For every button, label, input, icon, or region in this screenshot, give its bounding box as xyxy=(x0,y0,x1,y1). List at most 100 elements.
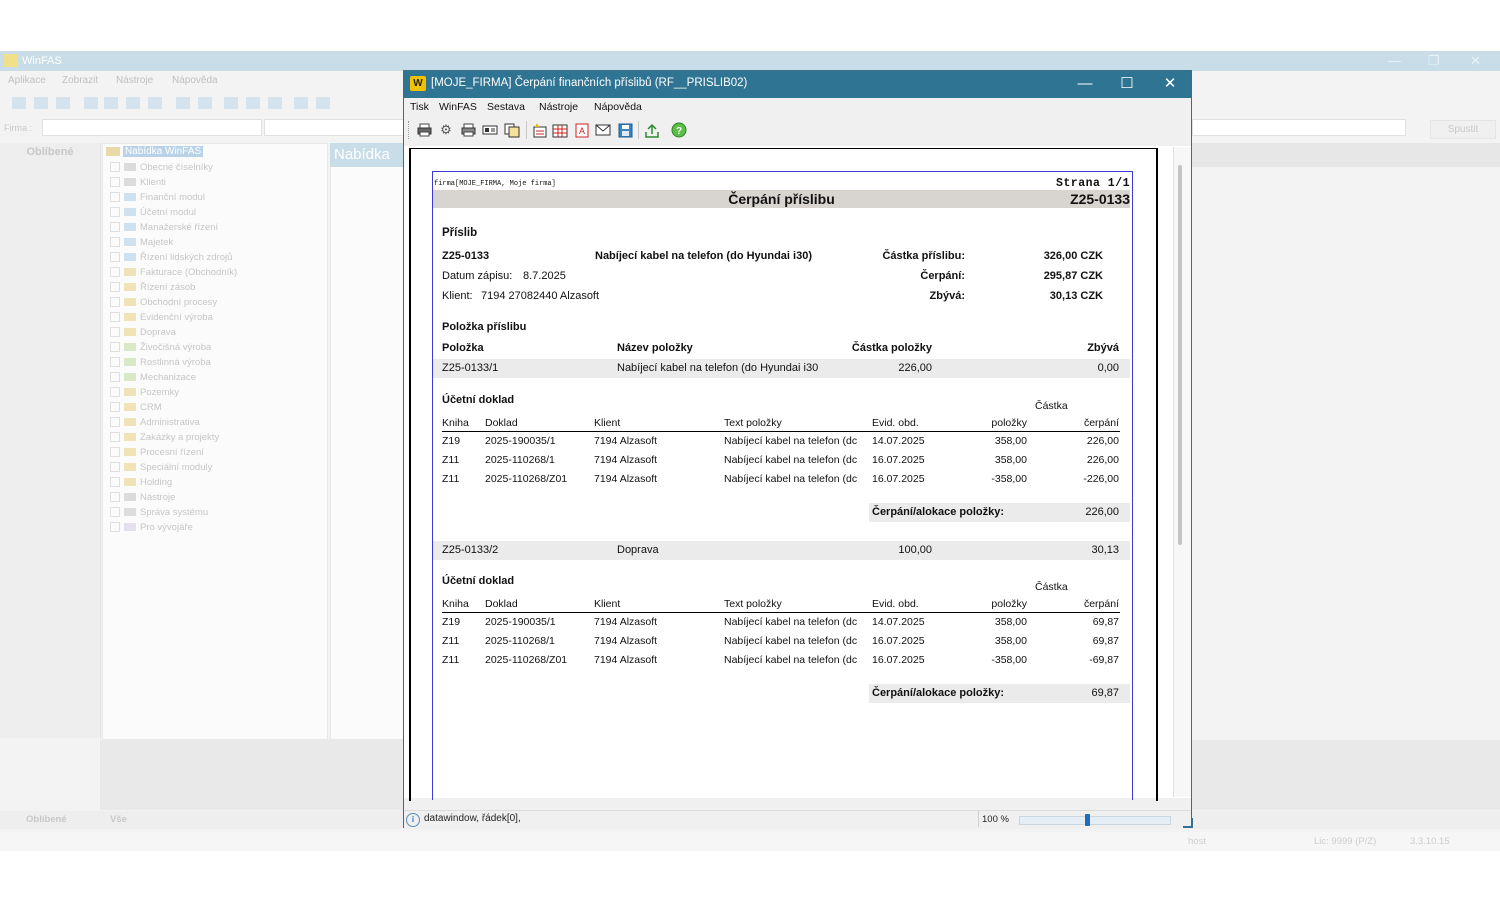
bg-tree-item[interactable]: Doprava xyxy=(110,325,176,340)
expand-icon[interactable] xyxy=(110,252,120,263)
resize-grip[interactable] xyxy=(1183,818,1193,828)
bg-toolbar-icon[interactable] xyxy=(56,97,70,109)
expand-icon[interactable] xyxy=(110,267,120,278)
bg-tree-item[interactable]: Nástroje xyxy=(110,490,175,505)
bg-tree-item[interactable]: Mechanizace xyxy=(110,370,196,385)
bg-back-icon[interactable] xyxy=(84,97,98,109)
bg-tree-item[interactable]: Obecné číselníky xyxy=(110,160,213,175)
bg-tree-item[interactable]: Majetek xyxy=(110,235,173,250)
bg-tab-oblibene[interactable]: Oblíbené xyxy=(26,814,67,825)
bg-help-icon[interactable] xyxy=(316,97,330,109)
export-icon[interactable] xyxy=(643,121,661,139)
bg-tree-item[interactable]: Manažerské řízení xyxy=(110,220,218,235)
expand-icon[interactable] xyxy=(110,522,120,533)
bg-toolbar-icon[interactable] xyxy=(224,97,238,109)
close-icon[interactable]: ✕ xyxy=(1151,74,1189,94)
preview-icon[interactable] xyxy=(481,121,499,139)
settings-icon[interactable]: ⚙ xyxy=(437,121,455,139)
zoom-slider[interactable] xyxy=(1019,816,1171,825)
expand-icon[interactable] xyxy=(110,402,120,413)
bg-firma-input[interactable] xyxy=(42,119,262,136)
expand-icon[interactable] xyxy=(110,417,120,428)
bg-menu-nastroje[interactable]: Nástroje xyxy=(116,75,153,86)
bg-tree-item[interactable]: Řízení zásob xyxy=(110,280,195,295)
bg-tree-item[interactable]: Holding xyxy=(110,475,172,490)
mail-icon[interactable] xyxy=(594,121,612,139)
vertical-scrollbar[interactable] xyxy=(1173,147,1191,797)
expand-icon[interactable] xyxy=(110,312,120,323)
menu-winfas[interactable]: WinFAS xyxy=(439,101,477,113)
bg-minimize-icon[interactable]: — xyxy=(1388,53,1401,68)
expand-icon[interactable] xyxy=(110,207,120,218)
bg-toolbar-icon[interactable] xyxy=(246,97,260,109)
bg-search-input[interactable] xyxy=(1192,119,1406,136)
bg-toolbar-icon[interactable] xyxy=(12,97,26,109)
bg-menu-zobrazit[interactable]: Zobrazit xyxy=(62,75,98,86)
new-icon[interactable] xyxy=(531,121,549,139)
bg-tree-item[interactable]: Pro vývojáře xyxy=(110,520,193,535)
bg-tree-item[interactable]: Evidenční výroba xyxy=(110,310,213,325)
bg-tree-item[interactable]: Správa systému xyxy=(110,505,208,520)
expand-icon[interactable] xyxy=(110,357,120,368)
expand-icon[interactable] xyxy=(110,342,120,353)
bg-menu-napoveda[interactable]: Nápověda xyxy=(172,75,218,86)
help-icon[interactable]: ? xyxy=(670,121,688,139)
bg-tree-item[interactable]: Administrativa xyxy=(110,415,200,430)
expand-icon[interactable] xyxy=(110,507,120,518)
bg-toolbar-icon[interactable] xyxy=(104,97,118,109)
bg-tree-item[interactable]: Zakázky a projekty xyxy=(110,430,219,445)
bg-close-icon[interactable]: ✕ xyxy=(1470,53,1481,69)
menu-napoveda[interactable]: Nápověda xyxy=(594,101,642,113)
menu-nastroje[interactable]: Nástroje xyxy=(539,101,578,113)
printer-icon[interactable] xyxy=(459,121,477,139)
bg-firma-input-2[interactable] xyxy=(264,119,406,136)
bg-tree-root[interactable]: Nabídka WinFAS xyxy=(106,145,204,159)
bg-toolbar-icon[interactable] xyxy=(198,97,212,109)
bg-tree-item[interactable]: Obchodní procesy xyxy=(110,295,217,310)
expand-icon[interactable] xyxy=(110,372,120,383)
expand-icon[interactable] xyxy=(110,327,120,338)
maximize-icon[interactable]: ☐ xyxy=(1108,74,1146,94)
bg-menu-aplikace[interactable]: Aplikace xyxy=(8,75,46,86)
bg-restore-icon[interactable]: ❐ xyxy=(1428,53,1440,69)
bg-tree-item[interactable]: Živočišná výroba xyxy=(110,340,211,355)
bg-tree-item[interactable]: Fakturace (Obchodník) xyxy=(110,265,237,280)
bg-toolbar-icon[interactable] xyxy=(34,97,48,109)
expand-icon[interactable] xyxy=(110,237,120,248)
bg-tree-item[interactable]: Rostlinná výroba xyxy=(110,355,211,370)
bg-settings-icon[interactable] xyxy=(268,97,282,109)
bg-tree-item[interactable]: Klienti xyxy=(110,175,166,190)
menu-tisk[interactable]: Tisk xyxy=(410,101,429,113)
bg-tree-item[interactable]: Řízení lidských zdrojů xyxy=(110,250,232,265)
copy-icon[interactable] xyxy=(503,121,521,139)
minimize-icon[interactable]: — xyxy=(1066,74,1104,94)
expand-icon[interactable] xyxy=(110,282,120,293)
pdf-icon[interactable]: A xyxy=(573,121,591,139)
bg-tree-item[interactable]: Procesní řízení xyxy=(110,445,204,460)
grid-icon[interactable] xyxy=(551,121,569,139)
bg-tree-item[interactable]: Účetní modul xyxy=(110,205,196,220)
bg-refresh-icon[interactable] xyxy=(126,97,140,109)
expand-icon[interactable] xyxy=(110,177,120,188)
print-icon[interactable] xyxy=(415,121,433,139)
expand-icon[interactable] xyxy=(110,447,120,458)
zoom-slider-thumb[interactable] xyxy=(1085,814,1090,826)
expand-icon[interactable] xyxy=(110,432,120,443)
bg-toolbar-icon[interactable] xyxy=(148,97,162,109)
bg-tree-item[interactable]: Speciální moduly xyxy=(110,460,212,475)
bg-toolbar-icon[interactable] xyxy=(294,97,308,109)
expand-icon[interactable] xyxy=(110,387,120,398)
expand-icon[interactable] xyxy=(110,192,120,203)
scrollbar-thumb[interactable] xyxy=(1178,165,1182,545)
expand-icon[interactable] xyxy=(110,297,120,308)
bg-tree-item[interactable]: CRM xyxy=(110,400,162,415)
expand-icon[interactable] xyxy=(110,492,120,503)
expand-icon[interactable] xyxy=(110,462,120,473)
bg-tree-item[interactable]: Finanční modul xyxy=(110,190,205,205)
bg-tree-item[interactable]: Pozemky xyxy=(110,385,179,400)
expand-icon[interactable] xyxy=(110,222,120,233)
expand-icon[interactable] xyxy=(110,162,120,173)
save-icon[interactable] xyxy=(616,121,634,139)
menu-sestava[interactable]: Sestava xyxy=(487,101,525,113)
bg-tab-vse[interactable]: Vše xyxy=(110,814,127,825)
